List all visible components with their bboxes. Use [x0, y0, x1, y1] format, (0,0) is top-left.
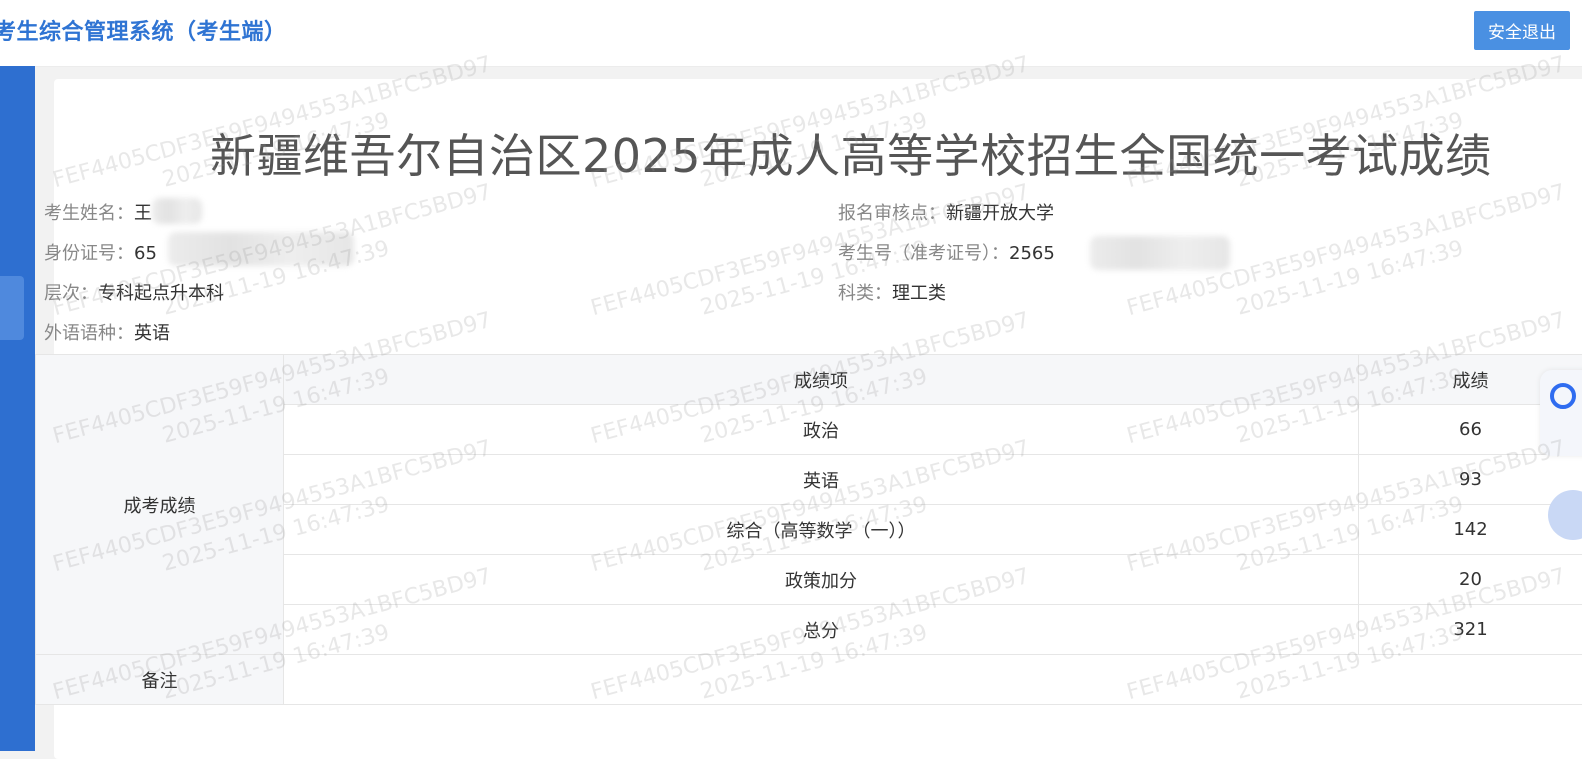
- group-label-cell: 成考成绩: [36, 355, 284, 655]
- row-item: 政治: [284, 405, 1359, 455]
- page-title: 新疆维吾尔自治区2025年成人高等学校招生全国统一考试成绩: [210, 120, 1450, 186]
- row-item: 综合（高等数学（一））: [284, 505, 1359, 555]
- group-label: 成考成绩: [124, 496, 196, 517]
- review-value: 新疆开放大学: [946, 203, 1054, 224]
- info-exam-number: 考生号（准考证号）：2565: [838, 239, 1055, 265]
- name-redaction: [152, 198, 202, 224]
- idcard-value: 65: [134, 243, 157, 264]
- remark-value: [284, 655, 1582, 705]
- row-item: 英语: [284, 455, 1359, 505]
- name-value: 王: [134, 203, 152, 224]
- name-label: 考生姓名：: [44, 203, 134, 224]
- idcard-redaction: [168, 232, 354, 266]
- info-review-point: 报名审核点：新疆开放大学: [838, 199, 1054, 225]
- language-label: 外语语种：: [44, 323, 134, 344]
- info-language: 外语语种：英语: [44, 319, 170, 345]
- score-table: 成考成绩 成绩项 成绩 政治 66 英语 93 综合（高等数学（一）） 142 …: [35, 354, 1582, 705]
- level-label: 层次：: [44, 283, 98, 304]
- exam-no-value: 2565: [1009, 243, 1055, 264]
- info-idcard: 身份证号：65: [44, 239, 157, 265]
- language-value: 英语: [134, 323, 170, 344]
- header-item: 成绩项: [284, 355, 1359, 405]
- sidebar-collapse-handle[interactable]: [0, 276, 24, 340]
- row-item: 政策加分: [284, 555, 1359, 605]
- remark-label: 备注: [36, 655, 284, 705]
- row-score: 20: [1359, 555, 1582, 605]
- category-value: 理工类: [892, 283, 946, 304]
- level-value: 专科起点升本科: [98, 283, 224, 304]
- info-level: 层次：专科起点升本科: [44, 279, 224, 305]
- category-label: 科类：: [838, 283, 892, 304]
- review-label: 报名审核点：: [838, 203, 946, 224]
- assistant-ring-icon[interactable]: [1550, 383, 1576, 409]
- idcard-label: 身份证号：: [44, 243, 134, 264]
- exam-no-redaction: [1090, 236, 1230, 270]
- app-title: 考生综合管理系统（考生端）: [0, 14, 287, 46]
- exam-no-label: 考生号（准考证号）：: [838, 243, 1009, 264]
- top-bar: 考生综合管理系统（考生端） 安全退出: [0, 0, 1582, 67]
- sidebar: [0, 66, 35, 751]
- table-header-row: 成考成绩 成绩项 成绩: [36, 355, 1582, 405]
- row-score: 93: [1359, 455, 1582, 505]
- row-score: 321: [1359, 605, 1582, 655]
- remark-row: 备注: [36, 655, 1582, 705]
- row-item: 总分: [284, 605, 1359, 655]
- logout-button[interactable]: 安全退出: [1474, 11, 1570, 50]
- info-category: 科类：理工类: [838, 279, 946, 305]
- info-name: 考生姓名：王: [44, 199, 152, 225]
